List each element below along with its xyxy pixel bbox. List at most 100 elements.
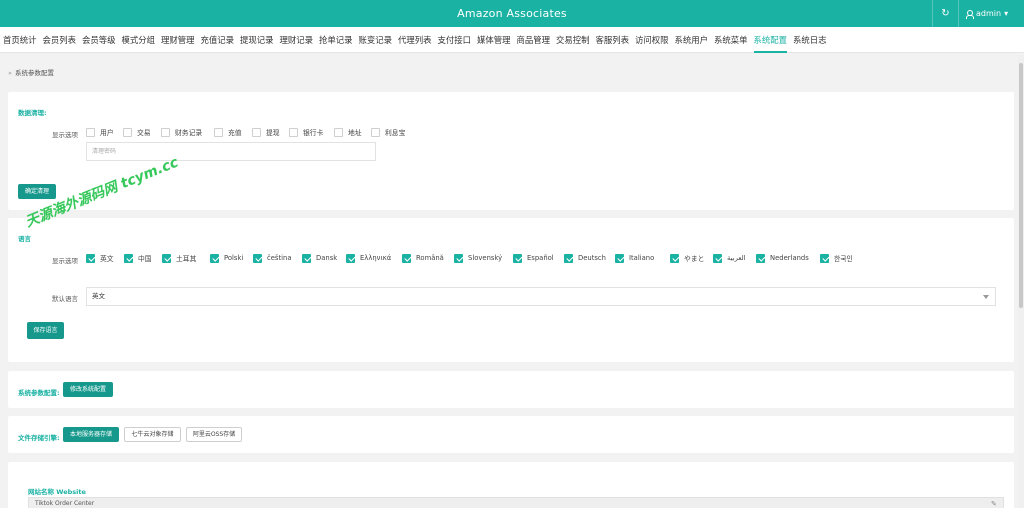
checkbox-checked[interactable] bbox=[346, 253, 355, 263]
language-option[interactable]: العربية bbox=[713, 253, 756, 263]
language-option[interactable]: Italiano bbox=[615, 253, 670, 263]
edit-icon[interactable]: ✎ bbox=[991, 500, 999, 508]
language-option[interactable]: Deutsch bbox=[564, 253, 615, 263]
breadcrumb-label: 系统参数配置 bbox=[14, 69, 54, 77]
checkbox[interactable] bbox=[86, 127, 95, 137]
checkbox-checked[interactable] bbox=[253, 253, 262, 263]
system-params-title: 系统参数配置: bbox=[18, 389, 60, 397]
cleanup-option[interactable]: 用户 bbox=[86, 127, 123, 137]
nav-item-active[interactable]: 系统配置 bbox=[753, 27, 787, 53]
nav-item[interactable]: 提现记录 bbox=[240, 27, 274, 53]
default-language-select[interactable]: 英文 bbox=[86, 287, 996, 306]
nav-item[interactable]: 代理列表 bbox=[398, 27, 432, 53]
nav-item[interactable]: 交易控制 bbox=[556, 27, 590, 53]
storage-local-button[interactable]: 本地服务器存储 bbox=[63, 427, 119, 442]
nav-item[interactable]: 模式分组 bbox=[122, 27, 156, 53]
checkbox-checked[interactable] bbox=[756, 253, 765, 263]
website-name-value: Tiktok Order Center bbox=[35, 500, 95, 507]
checkbox-checked[interactable] bbox=[454, 253, 463, 263]
checkbox-checked[interactable] bbox=[86, 253, 95, 263]
save-language-button[interactable]: 保存语言 bbox=[27, 322, 64, 339]
language-option[interactable]: Ελληνικά bbox=[346, 253, 402, 263]
language-option[interactable]: Español bbox=[513, 253, 564, 263]
nav-item[interactable]: 访问权限 bbox=[635, 27, 669, 53]
website-name-input[interactable]: Tiktok Order Center ✎ bbox=[28, 497, 1004, 508]
cleanup-option[interactable]: 利息宝 bbox=[371, 127, 405, 137]
checkbox[interactable] bbox=[252, 127, 261, 137]
nav-item[interactable]: 首页统计 bbox=[3, 27, 37, 53]
system-params-panel: 系统参数配置: 修改系统配置 bbox=[8, 371, 1014, 408]
nav-item[interactable]: 理财管理 bbox=[161, 27, 195, 53]
cleanup-option[interactable]: 充值 bbox=[214, 127, 252, 137]
checkbox-checked[interactable] bbox=[564, 253, 573, 263]
checkbox[interactable] bbox=[214, 127, 223, 137]
data-cleanup-panel: 数据清理: 显示选项 用户 交易 财务记录 充值 提现 银行卡 地址 利息宝 清… bbox=[8, 92, 1014, 210]
language-option[interactable]: Română bbox=[402, 253, 454, 263]
language-title: 语言 bbox=[18, 235, 31, 243]
cleanup-option[interactable]: 提现 bbox=[252, 127, 289, 137]
checkbox[interactable] bbox=[371, 127, 380, 137]
cleanup-option[interactable]: 地址 bbox=[334, 127, 371, 137]
checkbox-checked[interactable] bbox=[513, 253, 522, 263]
storage-qiniu-button[interactable]: 七牛云对象存储 bbox=[124, 427, 181, 442]
nav-item[interactable]: 商品管理 bbox=[517, 27, 551, 53]
checkbox-checked[interactable] bbox=[124, 253, 133, 263]
nav-item[interactable]: 理财记录 bbox=[280, 27, 314, 53]
default-language-value: 英文 bbox=[92, 292, 105, 300]
language-option[interactable]: Polski bbox=[210, 253, 253, 263]
nav-item[interactable]: 客服列表 bbox=[596, 27, 630, 53]
cleanup-option[interactable]: 财务记录 bbox=[161, 127, 214, 137]
refresh-icon[interactable]: ↻ bbox=[932, 0, 959, 27]
nav-item[interactable]: 系统日志 bbox=[793, 27, 827, 53]
file-storage-panel: 文件存储引擎: 本地服务器存储 七牛云对象存储 阿里云OSS存储 bbox=[8, 416, 1014, 453]
language-options: 英文 中国 土耳其 Polski čeština Dansk Ελληνικά … bbox=[86, 253, 853, 263]
checkbox-checked[interactable] bbox=[162, 253, 171, 263]
nav-item[interactable]: 账变记录 bbox=[359, 27, 393, 53]
breadcrumb: » 系统参数配置 bbox=[8, 67, 54, 77]
nav-item[interactable]: 会员列表 bbox=[43, 27, 77, 53]
checkbox[interactable] bbox=[161, 127, 170, 137]
language-option[interactable]: 英文 bbox=[86, 253, 124, 263]
nav-item[interactable]: 会员等级 bbox=[82, 27, 116, 53]
cleanup-options-label: 显示选项 bbox=[52, 131, 78, 139]
edit-system-config-button[interactable]: 修改系统配置 bbox=[63, 382, 113, 397]
language-option[interactable]: やまと bbox=[670, 253, 713, 263]
user-name: admin bbox=[976, 9, 1002, 18]
checkbox[interactable] bbox=[289, 127, 298, 137]
website-panel: 网站名称 Website Tiktok Order Center ✎ bbox=[8, 462, 1014, 508]
checkbox-checked[interactable] bbox=[302, 253, 311, 263]
nav-item[interactable]: 支付接口 bbox=[438, 27, 472, 53]
checkbox-checked[interactable] bbox=[820, 253, 829, 263]
confirm-cleanup-button[interactable]: 确定清理 bbox=[18, 184, 56, 199]
language-option[interactable]: čeština bbox=[253, 253, 302, 263]
dropdown-arrow-icon bbox=[983, 295, 989, 299]
user-menu[interactable]: admin ▾ bbox=[966, 0, 1008, 27]
nav-item[interactable]: 系统菜单 bbox=[714, 27, 748, 53]
cleanup-option[interactable]: 银行卡 bbox=[289, 127, 334, 137]
checkbox-checked[interactable] bbox=[402, 253, 411, 263]
storage-aliyun-button[interactable]: 阿里云OSS存储 bbox=[186, 427, 242, 442]
chevron-down-icon: ▾ bbox=[1004, 9, 1009, 18]
cleanup-option[interactable]: 交易 bbox=[123, 127, 161, 137]
checkbox[interactable] bbox=[123, 127, 132, 137]
checkbox-checked[interactable] bbox=[670, 253, 679, 263]
language-option[interactable]: 中国 bbox=[124, 253, 162, 263]
cleanup-password-input[interactable]: 清理密码 bbox=[86, 142, 376, 161]
language-option[interactable]: 한국인 bbox=[820, 253, 853, 263]
cleanup-options: 用户 交易 财务记录 充值 提现 银行卡 地址 利息宝 bbox=[86, 127, 405, 137]
checkbox-checked[interactable] bbox=[713, 253, 722, 263]
nav-item[interactable]: 系统用户 bbox=[675, 27, 709, 53]
checkbox-checked[interactable] bbox=[615, 253, 624, 263]
language-option[interactable]: Nederlands bbox=[756, 253, 820, 263]
language-option[interactable]: Dansk bbox=[302, 253, 346, 263]
scrollbar-thumb[interactable] bbox=[1019, 63, 1023, 308]
nav-item[interactable]: 媒体管理 bbox=[477, 27, 511, 53]
main-nav: 首页统计 会员列表 会员等级 模式分组 理财管理 充值记录 提现记录 理财记录 … bbox=[0, 27, 1024, 53]
checkbox-checked[interactable] bbox=[210, 253, 219, 263]
language-option[interactable]: Slovenský bbox=[454, 253, 513, 263]
app-title: Amazon Associates bbox=[457, 7, 567, 20]
language-option[interactable]: 土耳其 bbox=[162, 253, 210, 263]
checkbox[interactable] bbox=[334, 127, 343, 137]
nav-item[interactable]: 充值记录 bbox=[201, 27, 235, 53]
nav-item[interactable]: 抢单记录 bbox=[319, 27, 353, 53]
